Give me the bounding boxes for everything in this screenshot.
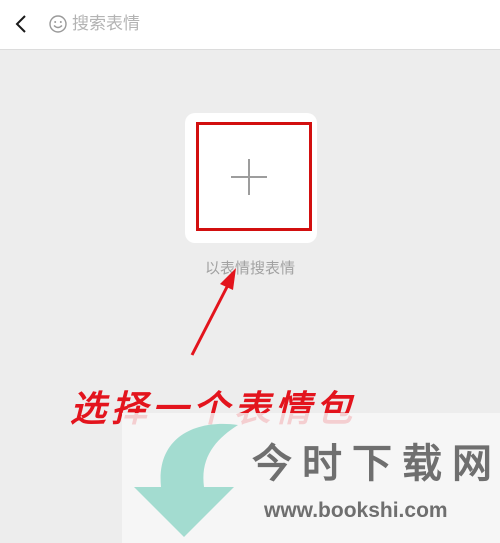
watermark-arrow-icon [134,423,238,537]
search-input[interactable] [72,10,472,38]
watermark: 今时下载网 www.bookshi.com [122,413,500,543]
search-bar [0,0,500,50]
back-button[interactable] [8,9,36,39]
search-by-image-button[interactable] [185,113,317,243]
chevron-left-icon [15,15,26,33]
watermark-url: www.bookshi.com [264,499,448,522]
search-by-image-caption: 以表情搜表情 [204,259,295,277]
watermark-site-name: 今时下载网 [252,440,500,487]
smiley-icon [49,15,67,33]
plus-icon [231,159,267,195]
